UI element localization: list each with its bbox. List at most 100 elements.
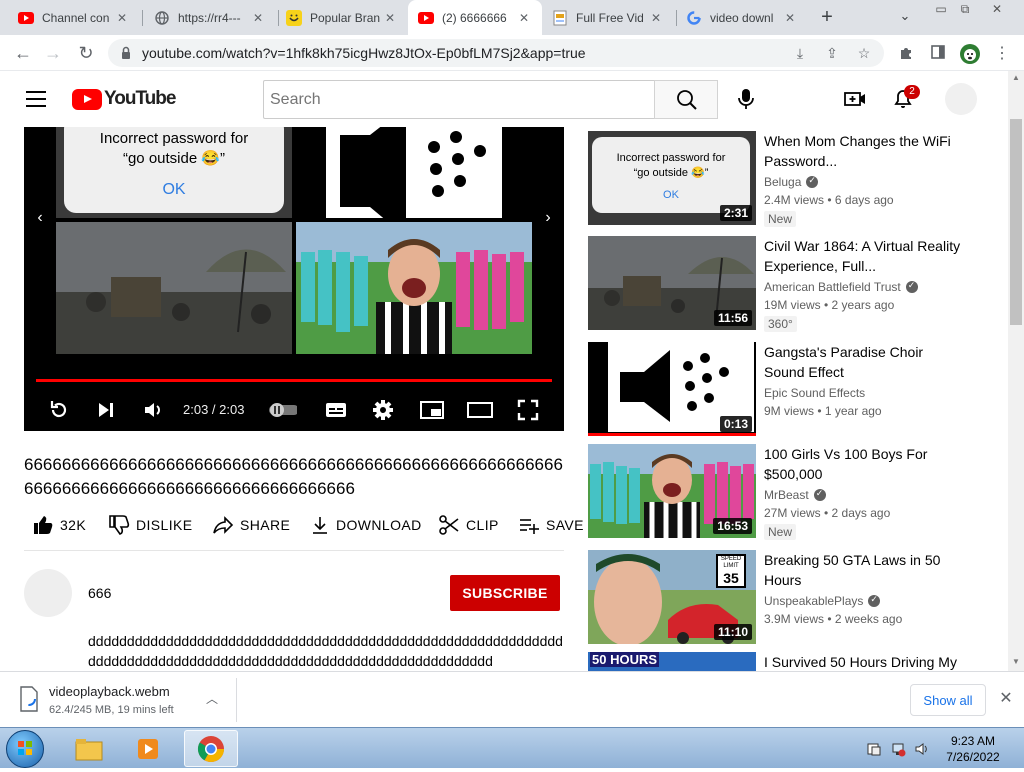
profile-avatar-icon[interactable]	[960, 44, 980, 64]
close-tab-icon[interactable]: ✕	[250, 10, 266, 26]
endscreen-card-password[interactable]: Incorrect password for “go outside 😂” OK	[56, 127, 292, 218]
download-filename[interactable]: videoplayback.webm	[49, 684, 170, 699]
fullscreen-icon[interactable]	[513, 395, 543, 425]
recommended-video[interactable]: 11:56 Civil War 1864: A Virtual Reality …	[588, 236, 1008, 332]
page-scrollbar[interactable]: ▲ ▼	[1008, 71, 1024, 671]
chevron-up-icon[interactable]: ︿	[204, 690, 220, 706]
microphone-icon[interactable]	[732, 85, 760, 113]
hamburger-menu-icon[interactable]	[26, 91, 46, 107]
channel-name[interactable]: American Battlefield Trust	[764, 280, 918, 294]
volume-icon[interactable]	[138, 395, 168, 425]
subtitles-icon[interactable]	[321, 395, 351, 425]
dislike-button[interactable]: DISLIKE	[108, 510, 193, 540]
address-bar[interactable]: youtube.com/watch?v=1hfk8kh75icgHwz8JtOx…	[108, 39, 884, 67]
restore-icon[interactable]: ⧉	[950, 0, 980, 20]
chevron-right-icon[interactable]: ›	[541, 209, 555, 229]
channel-name[interactable]: MrBeast	[764, 488, 826, 502]
extensions-puzzle-icon[interactable]	[896, 44, 916, 64]
lock-icon[interactable]	[118, 45, 134, 61]
download-button[interactable]: DOWNLOAD	[310, 510, 422, 540]
forward-arrow-icon[interactable]: →	[40, 40, 66, 66]
recommended-video[interactable]: Incorrect password for “go outside 😂” OK …	[588, 131, 1008, 227]
subscribe-button[interactable]: SUBSCRIBE	[450, 575, 560, 611]
network-icon[interactable]	[890, 741, 906, 757]
recommended-video[interactable]: 0:13 Gangsta's Paradise Choir Sound Effe…	[588, 342, 1008, 436]
create-video-icon[interactable]	[842, 86, 868, 112]
recommended-video[interactable]: 16:53 100 Girls Vs 100 Boys For $500,000…	[588, 444, 1008, 540]
tab-full-free-video[interactable]: Full Free Vid ✕	[542, 0, 674, 35]
progress-bar[interactable]	[36, 379, 552, 382]
video-title[interactable]: Gangsta's Paradise Choir Sound Effect	[764, 342, 964, 382]
next-video-icon[interactable]	[91, 395, 121, 425]
video-title[interactable]: Breaking 50 GTA Laws in 50 Hours	[764, 550, 964, 590]
scroll-down-icon[interactable]: ▼	[1011, 657, 1021, 667]
endscreen-card-battle[interactable]	[56, 222, 292, 354]
channel-name[interactable]: Epic Sound Effects	[764, 386, 865, 400]
tab-video-downloader[interactable]: video downl ✕	[676, 0, 808, 35]
install-app-icon[interactable]: ⤓	[792, 45, 808, 61]
endscreen-card-speaker[interactable]	[326, 127, 502, 218]
recommended-video[interactable]: SPEED LIMIT 35 11:10 Breaking 50 GTA Law…	[588, 550, 1008, 644]
save-button[interactable]: SAVE	[518, 510, 584, 540]
video-thumbnail[interactable]: Incorrect password for “go outside 😂” OK …	[588, 131, 756, 225]
video-thumbnail[interactable]: 50 HOURS	[588, 652, 756, 671]
close-icon[interactable]: ✕	[997, 690, 1015, 708]
file-explorer-taskbar-button[interactable]	[62, 730, 116, 767]
chrome-taskbar-button[interactable]	[184, 730, 238, 767]
replay-icon[interactable]	[44, 395, 74, 425]
video-thumbnail[interactable]: 16:53	[588, 444, 756, 538]
back-arrow-icon[interactable]: ←	[10, 40, 36, 66]
action-center-icon[interactable]	[866, 741, 882, 757]
youtube-logo[interactable]: YouTube	[72, 88, 176, 110]
video-thumbnail[interactable]: 11:56	[588, 236, 756, 330]
channel-name[interactable]: Beluga	[764, 175, 819, 189]
tab-popular-brands[interactable]: Popular Bran ✕	[276, 0, 408, 35]
autoplay-toggle[interactable]	[267, 395, 297, 425]
search-input[interactable]	[263, 80, 655, 119]
chevron-left-icon[interactable]: ‹	[33, 209, 47, 229]
settings-gear-icon[interactable]	[368, 395, 398, 425]
endscreen-card-mrbeast[interactable]	[296, 222, 532, 354]
channel-name[interactable]: 666	[88, 585, 111, 601]
bookmark-star-icon[interactable]: ☆	[856, 45, 872, 61]
clip-button[interactable]: CLIP	[438, 510, 499, 540]
close-window-icon[interactable]: ✕	[982, 0, 1012, 20]
show-all-button[interactable]: Show all	[910, 684, 986, 716]
miniplayer-icon[interactable]	[417, 395, 447, 425]
video-thumbnail[interactable]: SPEED LIMIT 35 11:10	[588, 550, 756, 644]
system-clock[interactable]: 9:23 AM 7/26/2022	[938, 733, 1008, 765]
close-tab-icon[interactable]: ✕	[648, 10, 664, 26]
video-player[interactable]: Incorrect password for“go outside 😂” OK	[24, 127, 564, 431]
close-tab-icon[interactable]: ✕	[382, 10, 398, 26]
close-tab-icon[interactable]: ✕	[114, 10, 130, 26]
chrome-menu-icon[interactable]: ⋮	[992, 44, 1012, 64]
video-title[interactable]: When Mom Changes the WiFi Password...	[764, 131, 964, 171]
scroll-up-icon[interactable]: ▲	[1011, 73, 1021, 83]
channel-name[interactable]: UnspeakablePlays	[764, 594, 881, 608]
new-tab-button[interactable]: +	[815, 6, 839, 30]
search-button[interactable]	[654, 80, 718, 119]
theater-mode-icon[interactable]	[465, 395, 495, 425]
account-avatar[interactable]	[945, 83, 977, 115]
side-panel-icon[interactable]	[928, 44, 948, 64]
tab-channel-content[interactable]: Channel con ✕	[8, 0, 140, 35]
video-title[interactable]: I Survived 50 Hours Driving My	[764, 652, 964, 671]
close-tab-icon[interactable]: ✕	[782, 10, 798, 26]
start-button[interactable]	[6, 730, 44, 768]
like-button[interactable]: 32K	[32, 510, 86, 540]
volume-tray-icon[interactable]	[914, 741, 930, 757]
scrollbar-thumb[interactable]	[1010, 119, 1022, 325]
video-thumbnail[interactable]: 0:13	[588, 342, 756, 436]
channel-avatar[interactable]	[24, 569, 72, 617]
video-title[interactable]: 100 Girls Vs 100 Boys For $500,000	[764, 444, 964, 484]
share-icon[interactable]: ⇪	[824, 45, 840, 61]
tab-search-chevron-icon[interactable]: ⌄	[895, 8, 915, 28]
recommended-video[interactable]: 50 HOURS I Survived 50 Hours Driving My	[588, 652, 1008, 671]
share-button[interactable]: SHARE	[212, 510, 290, 540]
close-tab-icon[interactable]: ✕	[516, 10, 532, 26]
video-title[interactable]: Civil War 1864: A Virtual Reality Experi…	[764, 236, 964, 276]
reload-icon[interactable]: ↻	[73, 40, 99, 66]
tab-current-video[interactable]: (2) 6666666 ✕	[408, 0, 542, 35]
media-player-taskbar-button[interactable]	[122, 730, 176, 767]
tab-googlevideo[interactable]: https://rr4--- ✕	[144, 0, 276, 35]
